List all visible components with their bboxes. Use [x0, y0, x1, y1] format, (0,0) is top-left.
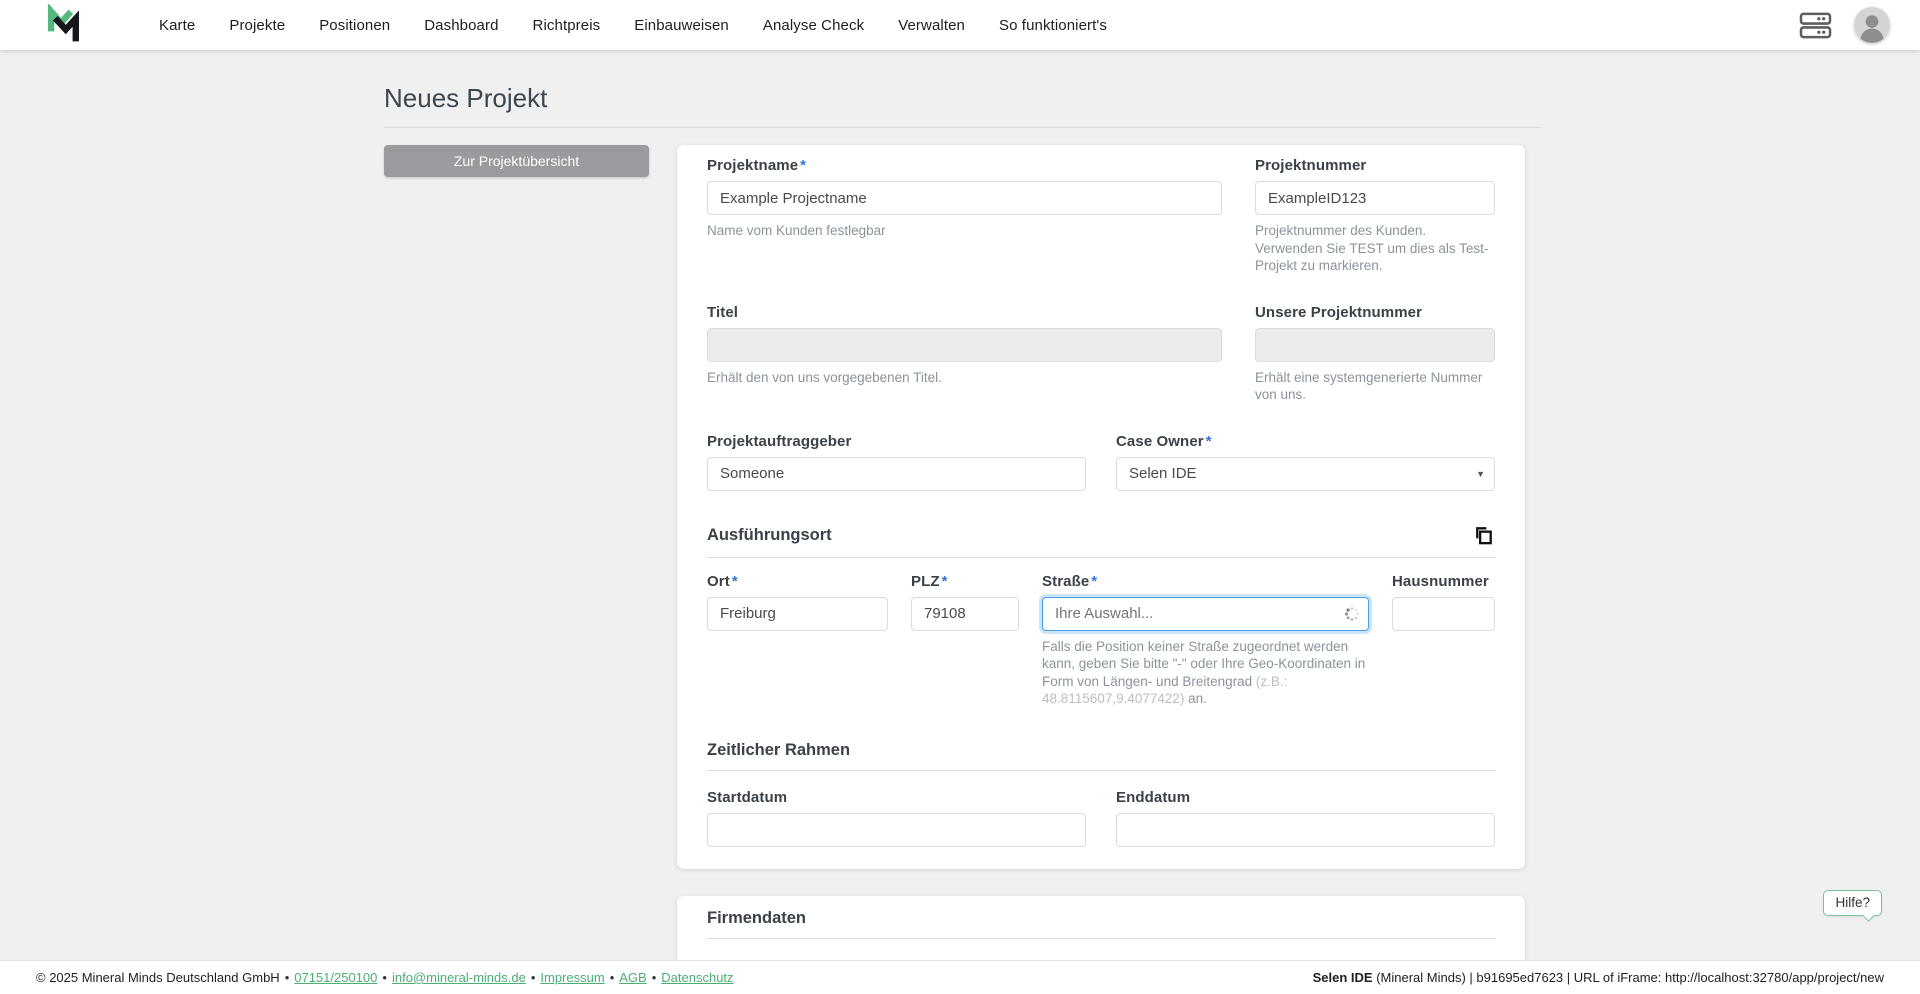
- nav-item-so-funktionierts[interactable]: So funktioniert's: [982, 0, 1124, 50]
- projektname-label: Projektname*: [707, 157, 1222, 174]
- ort-input[interactable]: [707, 597, 888, 631]
- copy-icon: [1472, 524, 1495, 547]
- footer-link-impressum[interactable]: Impressum: [540, 970, 604, 985]
- required-marker: *: [732, 573, 738, 590]
- chevron-down-icon: ▼: [1476, 469, 1485, 479]
- strasse-input[interactable]: [1042, 597, 1369, 631]
- case-owner-label: Case Owner*: [1116, 433, 1495, 450]
- top-navbar: Karte Projekte Positionen Dashboard Rich…: [0, 0, 1920, 50]
- strasse-label: Straße*: [1042, 573, 1369, 590]
- titel-help: Erhält den von uns vorgegebenen Titel.: [707, 369, 1222, 387]
- server-icon[interactable]: [1799, 11, 1832, 40]
- nav-item-richtpreis[interactable]: Richtpreis: [516, 0, 618, 50]
- required-marker: *: [1206, 433, 1212, 450]
- footer-user-name: Selen IDE: [1313, 970, 1373, 985]
- unsere-projektnummer-input: [1255, 328, 1495, 362]
- case-owner-select[interactable]: Selen IDE ▼: [1116, 457, 1495, 491]
- titel-label: Titel: [707, 304, 1222, 321]
- projektauftraggeber-input[interactable]: [707, 457, 1086, 491]
- enddatum-input[interactable]: [1116, 813, 1495, 847]
- page-title: Neues Projekt: [384, 83, 1540, 114]
- project-form-card: Projektname* Name vom Kunden festlegbar …: [677, 145, 1525, 869]
- main-nav: Karte Projekte Positionen Dashboard Rich…: [142, 0, 1124, 50]
- footer-link-email[interactable]: info@mineral-minds.de: [392, 970, 526, 985]
- plz-label: PLZ*: [911, 573, 1019, 590]
- zur-projektuebersicht-button[interactable]: Zur Projektübersicht: [384, 145, 649, 177]
- nav-item-projekte[interactable]: Projekte: [212, 0, 302, 50]
- ausfuehrungsort-section-title: Ausführungsort: [707, 526, 832, 545]
- footer-link-phone[interactable]: 07151/250100: [294, 970, 377, 985]
- titel-input: [707, 328, 1222, 362]
- nav-item-verwalten[interactable]: Verwalten: [881, 0, 982, 50]
- unsere-projektnummer-help: Erhält eine systemgenerierte Nummer von …: [1255, 369, 1495, 404]
- hausnummer-input[interactable]: [1392, 597, 1495, 631]
- loading-spinner-icon: [1343, 605, 1361, 623]
- required-marker: *: [942, 573, 948, 590]
- required-marker: *: [1091, 573, 1097, 590]
- nav-item-einbauweisen[interactable]: Einbauweisen: [617, 0, 746, 50]
- action-column: Zur Projektübersicht: [384, 145, 649, 177]
- projektname-input[interactable]: [707, 181, 1222, 215]
- nav-item-dashboard[interactable]: Dashboard: [407, 0, 515, 50]
- mineral-minds-logo-icon[interactable]: [40, 4, 86, 46]
- footer-session-detail: (Mineral Minds) | b91695ed7623 | URL of …: [1373, 970, 1884, 985]
- startdatum-label: Startdatum: [707, 789, 1086, 806]
- plz-input[interactable]: [911, 597, 1019, 631]
- firmendaten-section-title: Firmendaten: [707, 909, 806, 928]
- startdatum-input[interactable]: [707, 813, 1086, 847]
- main-area: Neues Projekt Zur Projektübersicht Proje…: [0, 50, 1920, 960]
- projektauftraggeber-label: Projektauftraggeber: [707, 433, 1086, 450]
- nav-item-positionen[interactable]: Positionen: [302, 0, 407, 50]
- nav-item-analyse-check[interactable]: Analyse Check: [746, 0, 881, 50]
- user-avatar-icon[interactable]: [1854, 7, 1890, 43]
- projektname-help: Name vom Kunden festlegbar: [707, 222, 1222, 240]
- footer-link-datenschutz[interactable]: Datenschutz: [661, 970, 733, 985]
- projektnummer-input[interactable]: [1255, 181, 1495, 215]
- footer-link-agb[interactable]: AGB: [619, 970, 646, 985]
- footer-session-info: Selen IDE (Mineral Minds) | b91695ed7623…: [1313, 970, 1884, 985]
- title-divider: [384, 127, 1540, 128]
- case-owner-selected-value: Selen IDE: [1129, 465, 1197, 482]
- required-marker: *: [800, 157, 806, 174]
- section-divider: [707, 557, 1495, 558]
- content-container: Neues Projekt Zur Projektübersicht Proje…: [384, 50, 1540, 960]
- enddatum-label: Enddatum: [1116, 789, 1495, 806]
- firmendaten-card: Firmendaten: [677, 896, 1525, 960]
- hausnummer-label: Hausnummer: [1392, 573, 1495, 590]
- projektnummer-help: Projektnummer des Kunden. Verwenden Sie …: [1255, 222, 1495, 275]
- zeitlicher-rahmen-section-title: Zeitlicher Rahmen: [707, 741, 850, 760]
- hilfe-button[interactable]: Hilfe?: [1823, 890, 1882, 916]
- footer-legal: © 2025 Mineral Minds Deutschland GmbH • …: [36, 970, 734, 985]
- section-divider: [707, 938, 1495, 939]
- copy-address-button[interactable]: [1472, 524, 1495, 547]
- ort-label: Ort*: [707, 573, 888, 590]
- footer-bar: © 2025 Mineral Minds Deutschland GmbH • …: [0, 960, 1920, 994]
- section-divider: [707, 770, 1495, 771]
- unsere-projektnummer-label: Unsere Projektnummer: [1255, 304, 1495, 321]
- strasse-help: Falls die Position keiner Straße zugeord…: [1042, 638, 1369, 708]
- copyright-text: © 2025 Mineral Minds Deutschland GmbH: [36, 970, 280, 985]
- projektnummer-label: Projektnummer: [1255, 157, 1495, 174]
- nav-item-karte[interactable]: Karte: [142, 0, 212, 50]
